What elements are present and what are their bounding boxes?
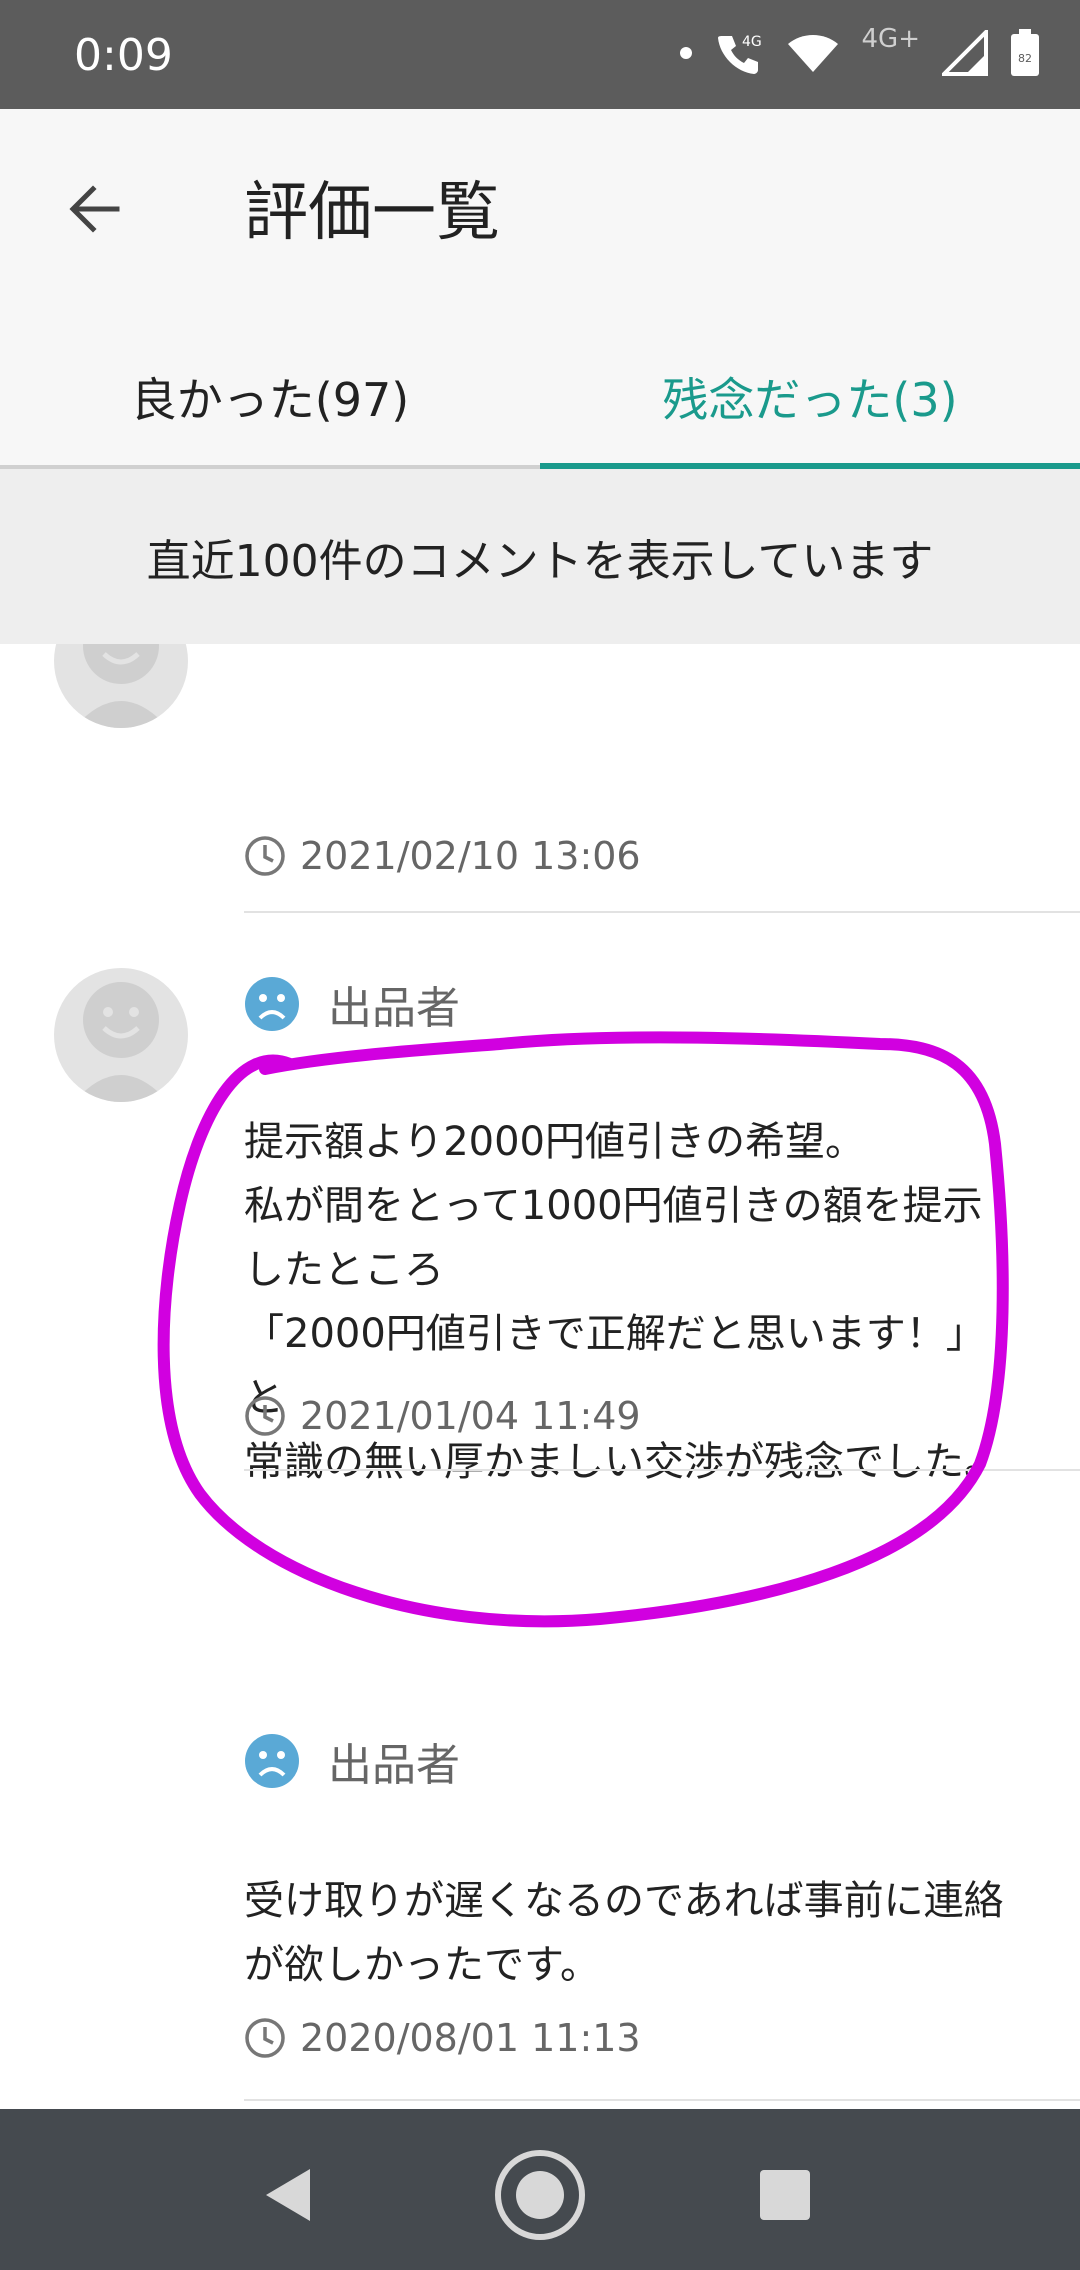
review-date: 2020/08/01 11:13 [300, 2016, 641, 2060]
review-item: 出品者 提示額より2000円値引きの希望。 私が間をとって1000円値引きの額を… [0, 914, 1080, 1485]
tab-good-label: 良かった(97) [130, 373, 410, 427]
network-type-label: 4G+ [861, 24, 920, 54]
divider [244, 2099, 1080, 2101]
battery-icon: 82 [1011, 29, 1039, 76]
review-item: 出品者 2021/02/10 13:06 [0, 644, 1080, 914]
tab-good[interactable]: 良かった(97) [0, 325, 540, 469]
date-row: 2020/08/01 11:13 [244, 2016, 641, 2060]
screen: 0:09 4G 4G+ 82 評価一覧 良かった(97) 残念だった(3) 直近… [0, 0, 1080, 2270]
circle-home-icon [495, 2150, 585, 2240]
tab-bar: 良かった(97) 残念だった(3) [0, 325, 1080, 469]
notice-text: 直近100件のコメントを表示しています [146, 535, 934, 587]
role-label: 出品者 [328, 983, 460, 1034]
square-recents-icon [760, 2170, 810, 2220]
nav-back-button[interactable] [240, 2145, 340, 2245]
notification-dot-icon [679, 47, 692, 59]
sad-face-icon [245, 977, 299, 1031]
date-row: 2021/02/10 13:06 [244, 834, 641, 878]
nav-recents-button[interactable] [735, 2145, 835, 2245]
review-date: 2021/01/04 11:49 [300, 1394, 641, 1438]
review-comment: 受け取りが遅くなるのであれば事前に連絡が欲しかったです。 [244, 1878, 1004, 1988]
divider [244, 911, 1080, 913]
clock-icon [245, 2018, 285, 2058]
page-title: 評価一覧 [244, 176, 500, 250]
clock-icon [245, 836, 285, 876]
status-bar: 0:09 4G 4G+ 82 [0, 0, 1080, 109]
review-list[interactable]: 出品者 2021/02/10 13:06 [0, 644, 1080, 2109]
avatar [54, 644, 188, 728]
sad-face-icon [245, 1734, 299, 1788]
back-button[interactable] [50, 164, 140, 254]
divider [244, 1469, 1080, 1471]
notice-banner: 直近100件のコメントを表示しています [0, 469, 1080, 644]
call-network-label: 4G [742, 34, 762, 50]
review-date: 2021/02/10 13:06 [300, 834, 641, 878]
avatar [54, 968, 188, 1102]
date-row: 2021/01/04 11:49 [244, 1394, 641, 1438]
role-row: 出品者 [244, 972, 460, 1036]
arrow-left-icon [69, 185, 120, 233]
app-bar: 評価一覧 良かった(97) 残念だった(3) [0, 109, 1080, 469]
role-row: 出品者 [244, 1729, 460, 1793]
status-time: 0:09 [74, 30, 173, 81]
status-icons: 4G 4G+ 82 [679, 24, 1040, 78]
default-avatar-icon [74, 982, 168, 1102]
clock-icon [245, 1396, 285, 1436]
review-item: 出品者 受け取りが遅くなるのであれば事前に連絡が欲しかったです。 2020/08… [0, 1671, 1080, 2109]
tab-bad-label: 残念だった(3) [662, 373, 958, 427]
nav-home-button[interactable] [490, 2145, 590, 2245]
triangle-back-icon [266, 2169, 310, 2221]
default-avatar-icon [74, 644, 168, 728]
role-label: 出品者 [328, 1740, 460, 1791]
tab-bad[interactable]: 残念だった(3) [540, 325, 1080, 469]
signal-icon [942, 30, 988, 76]
wifi-icon [787, 35, 838, 72]
navigation-bar [0, 2109, 1080, 2270]
battery-level: 82 [1018, 52, 1032, 65]
wifi-calling-icon: 4G [717, 34, 762, 74]
